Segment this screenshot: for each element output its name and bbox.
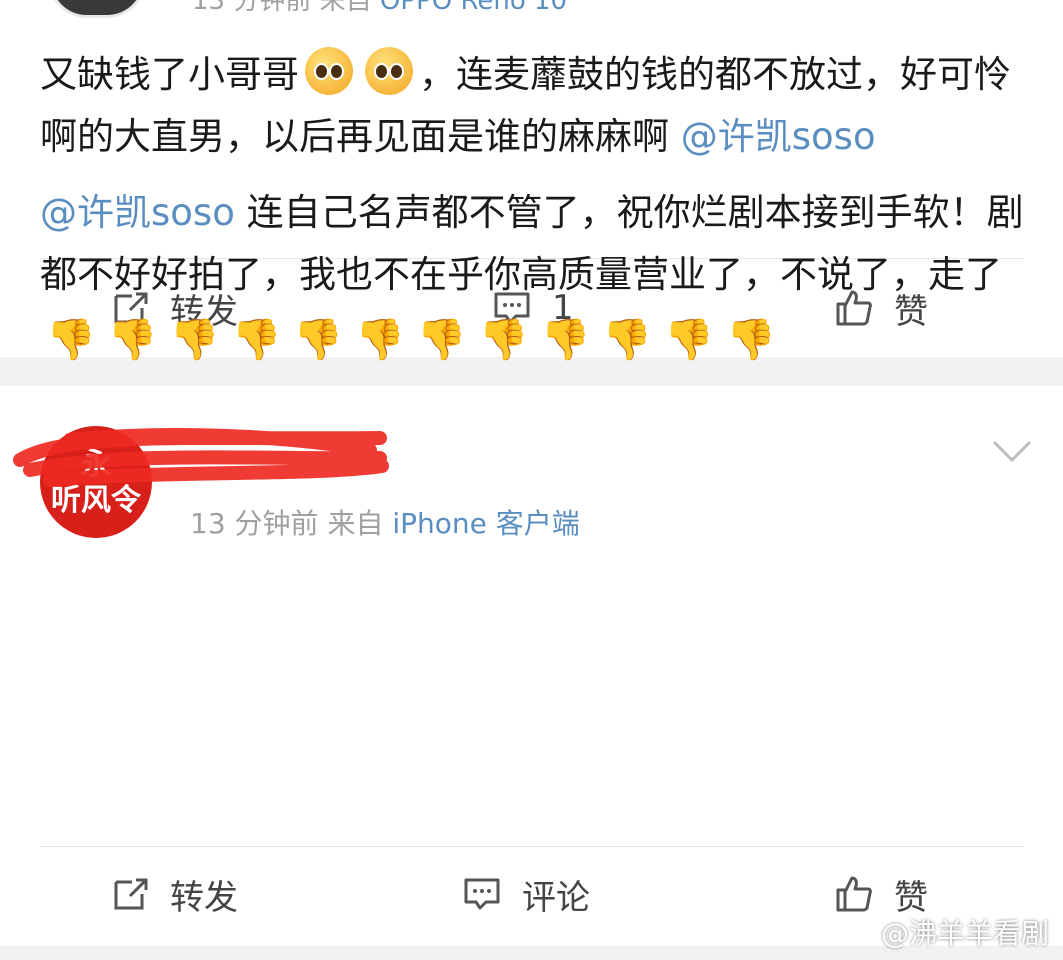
thumbs-up-icon (836, 876, 872, 912)
post-from-label: 来自 (327, 507, 384, 540)
avatar[interactable] (48, 0, 146, 18)
thumbs-down-emoji: 👎 (664, 317, 714, 363)
pleading-face-emoji (365, 47, 413, 95)
post-body: 又缺钱了小哥哥 ，连麦蘼鼓的钱的都不放过，好可怜啊的大直男，以后再见面是谁的麻麻啊… (40, 44, 1025, 168)
redaction-scribble (13, 428, 389, 487)
post-card-2: 永 听风令 13 分钟前 来自 iPhone 客户端 @许凯soso 连自己名声… (0, 191, 1063, 946)
repost-label: 转发 (170, 877, 238, 918)
divider (40, 846, 1023, 847)
watermark: @沸羊羊看剧 (841, 912, 1049, 952)
thumbs-down-emoji: 👎 (478, 317, 529, 363)
post-text-segment: 又缺钱了小哥哥 (40, 53, 299, 96)
repost-button[interactable]: 转发 (110, 854, 238, 934)
thumbs-down-emoji: 👎 (602, 317, 653, 363)
thumbs-down-emoji: 👎 (355, 317, 405, 363)
post-meta: 13 分钟前 来自 iPhone 客户端 (190, 502, 580, 542)
post-time: 13 分钟前 (192, 0, 312, 16)
thumbs-down-emoji: 👎 (540, 317, 591, 363)
thumbs-down-emoji: 👎 (169, 317, 220, 363)
thumbs-down-emoji: 👎 (416, 317, 467, 363)
mention-link[interactable]: @许凯soso (40, 191, 235, 234)
post-from-label: 来自 (319, 0, 372, 16)
pleading-face-emoji (305, 47, 353, 95)
thumbs-down-emoji: 👎 (725, 317, 776, 363)
comment-icon (464, 878, 500, 910)
repost-icon (114, 878, 148, 910)
post-meta: 13 分钟前 来自 OPPO Reno 10 (192, 0, 567, 17)
post-source[interactable]: OPPO Reno 10 (380, 0, 567, 16)
comment-button[interactable]: 评论 (462, 854, 590, 934)
chevron-down-icon[interactable] (990, 436, 1034, 466)
thumbs-down-emoji: 👎 (107, 317, 158, 363)
thumbs-down-emoji: 👎 (293, 317, 344, 363)
post-time: 13 分钟前 (190, 507, 319, 540)
weibo-logo-icon (841, 920, 874, 946)
thumbs-down-emoji: 👎 (231, 317, 282, 363)
watermark-text: @沸羊羊看剧 (880, 917, 1049, 950)
mention-link[interactable]: @许凯soso (681, 115, 876, 158)
comment-label: 评论 (522, 877, 590, 918)
post-body: @许凯soso 连自己名声都不管了，祝你烂剧本接到手软！剧都不好好拍了，我也不在… (40, 182, 1025, 368)
post-source[interactable]: iPhone 客户端 (392, 507, 579, 540)
thumbs-down-emoji: 👎 (46, 317, 96, 363)
thumbs-down-emojis: 👎 👎 👎 👎 👎 👎 👎 👎 👎 👎 👎 👎 (40, 315, 782, 362)
